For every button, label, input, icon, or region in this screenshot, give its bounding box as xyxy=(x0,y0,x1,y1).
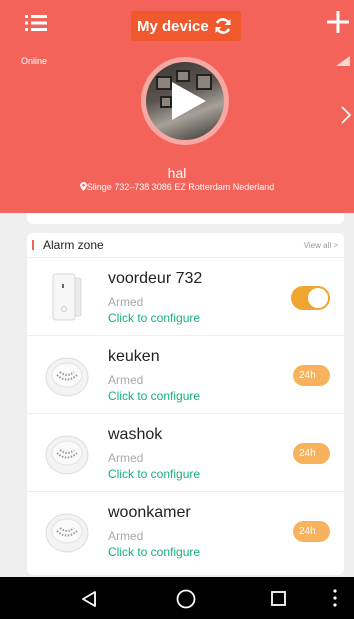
alarm-zone-title-text: Alarm zone xyxy=(43,238,104,252)
smoke-detector-icon xyxy=(45,357,89,397)
page-title[interactable]: My device xyxy=(131,11,241,41)
plus-icon[interactable] xyxy=(326,10,350,34)
24h-badge: 24h xyxy=(293,521,330,542)
connection-status: Online xyxy=(21,56,48,66)
list-item[interactable]: woonkamer Armed Click to configure 24h xyxy=(27,492,344,570)
address-text: Slinge 732–738 3086 EZ Rotterdam Nederla… xyxy=(86,182,275,192)
play-icon[interactable] xyxy=(166,80,208,122)
system-navigation-bar xyxy=(0,577,354,619)
configure-link[interactable]: Click to configure xyxy=(108,311,200,325)
camera-thumbnail xyxy=(146,62,224,140)
configure-link[interactable]: Click to configure xyxy=(108,467,200,481)
device-name: washok xyxy=(108,426,163,443)
back-icon[interactable] xyxy=(80,590,98,608)
menu-icon[interactable] xyxy=(25,14,47,32)
arm-toggle[interactable] xyxy=(291,286,330,310)
list-item[interactable]: voordeur 732 Armed Click to configure xyxy=(27,258,344,336)
device-name: hal xyxy=(167,165,187,181)
24h-badge: 24h xyxy=(293,365,330,386)
device-name: voordeur 732 xyxy=(108,270,203,287)
configure-link[interactable]: Click to configure xyxy=(108,545,200,559)
24h-badge: 24h xyxy=(293,443,330,464)
door-sensor-icon xyxy=(52,273,82,321)
device-state: Armed xyxy=(108,529,144,543)
location-pin-icon xyxy=(79,182,87,191)
page-title-text: My device xyxy=(137,17,209,35)
alarm-zone-title: Alarm zone xyxy=(27,238,104,252)
device-state: Armed xyxy=(108,373,144,387)
smoke-detector-icon xyxy=(45,513,89,553)
alarm-zone-card: Alarm zone View all > voordeur 732 Armed… xyxy=(27,233,344,575)
device-name: woonkamer xyxy=(108,504,191,521)
camera-preview[interactable] xyxy=(141,57,229,145)
section-marker xyxy=(32,240,34,250)
card-strip xyxy=(27,213,344,224)
device-header: My device Online hal Slinge 732–738 3086… xyxy=(0,0,354,213)
recent-apps-icon[interactable] xyxy=(271,591,286,606)
smoke-detector-icon xyxy=(45,435,89,475)
more-vertical-icon[interactable] xyxy=(333,588,337,608)
home-icon[interactable] xyxy=(176,589,196,609)
device-state: Armed xyxy=(108,451,144,465)
device-state: Armed xyxy=(108,295,144,309)
device-name: keuken xyxy=(108,348,160,365)
configure-link[interactable]: Click to configure xyxy=(108,389,200,403)
alarm-zone-header: Alarm zone View all > xyxy=(27,233,344,258)
device-address: Slinge 732–738 3086 EZ Rotterdam Nederla… xyxy=(0,182,354,192)
refresh-icon[interactable] xyxy=(213,16,233,36)
view-all-link[interactable]: View all > xyxy=(304,241,344,250)
toggle-knob xyxy=(308,288,328,308)
list-item[interactable]: washok Armed Click to configure 24h xyxy=(27,414,344,492)
chevron-right-icon[interactable] xyxy=(340,106,352,124)
list-item[interactable]: keuken Armed Click to configure 24h xyxy=(27,336,344,414)
signal-icon xyxy=(336,56,350,66)
